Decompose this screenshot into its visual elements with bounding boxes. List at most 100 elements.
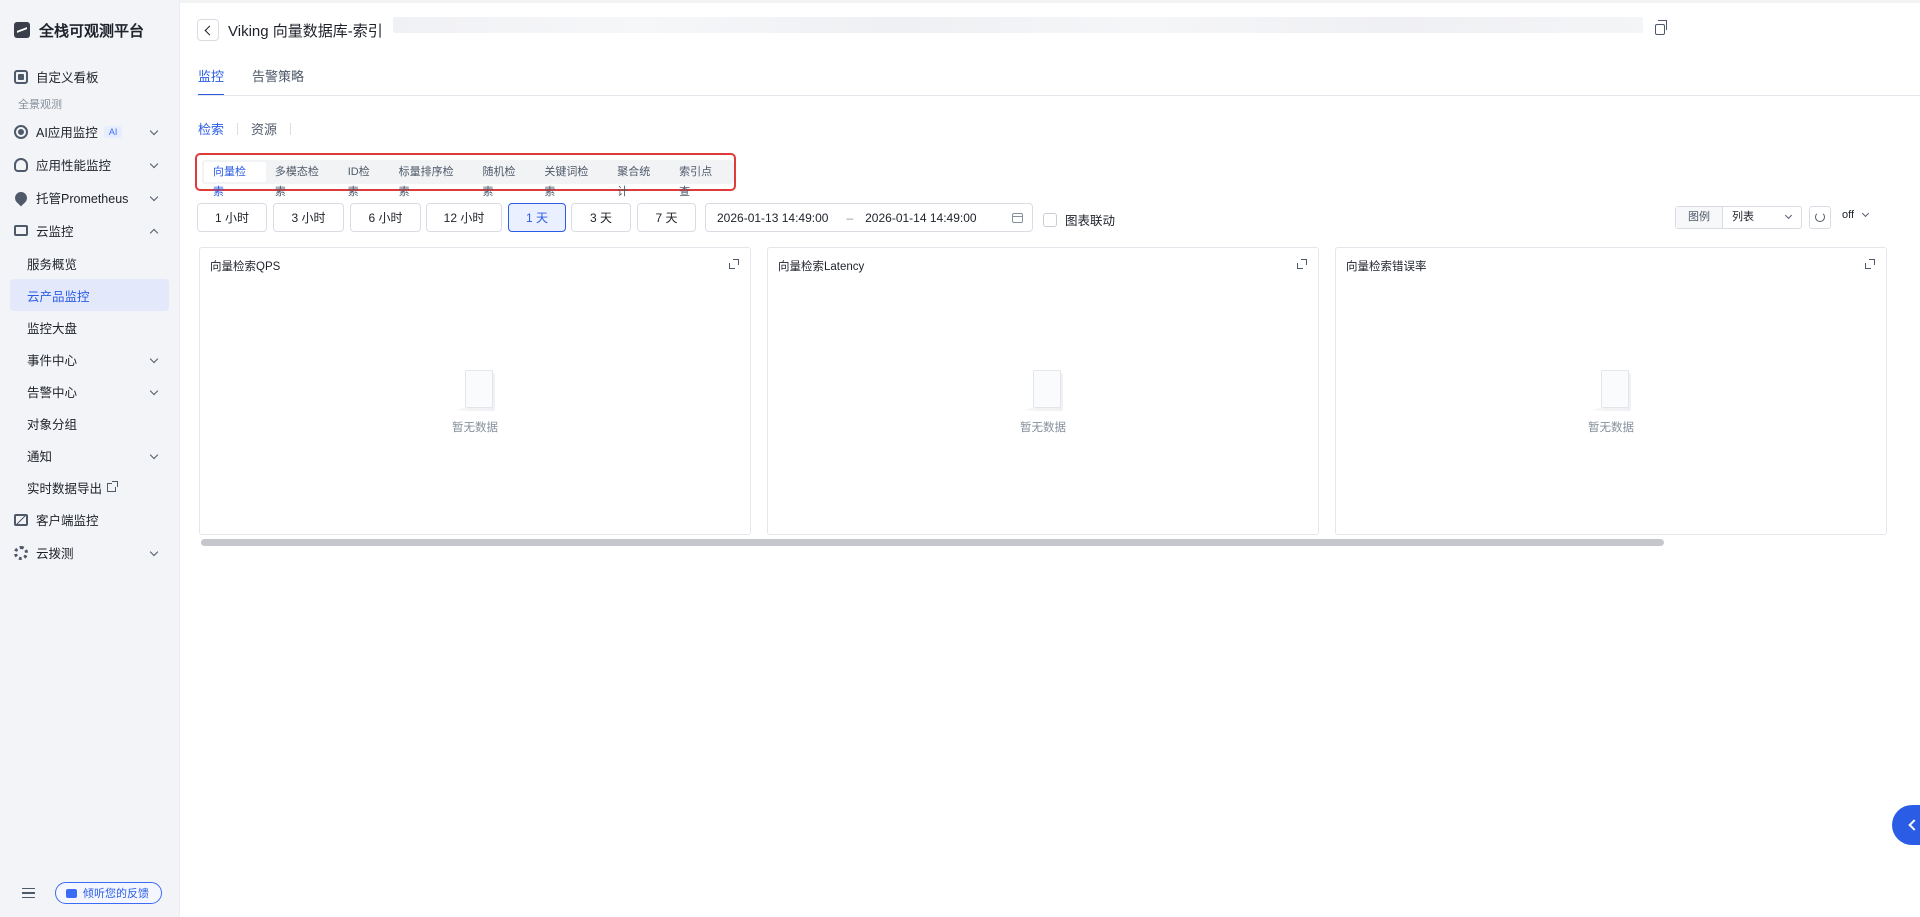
sidebar-subitem-notifications[interactable]: 通知 xyxy=(10,439,169,471)
platform-logo-icon xyxy=(14,22,30,38)
chevron-down-icon xyxy=(149,386,159,396)
external-link-icon xyxy=(107,480,119,492)
sidebar: 全栈可观测平台 自定义看板 全景观测 AI应用监控 AI 应用性能监控 托管Pr… xyxy=(0,0,180,917)
sidebar-subitem-data-export[interactable]: 实时数据导出 xyxy=(10,471,169,503)
sidebar-item-prometheus[interactable]: 托管Prometheus xyxy=(0,181,179,214)
sidebar-subitem-event-center[interactable]: 事件中心 xyxy=(10,343,169,375)
range-6h-button[interactable]: 6 小时 xyxy=(350,203,421,232)
segment-keyword-search[interactable]: 关键词检索 xyxy=(535,162,608,198)
prometheus-icon xyxy=(12,189,30,206)
segment-scalar-sort-search[interactable]: 标量排序检索 xyxy=(390,162,474,198)
sidebar-subitem-object-groups[interactable]: 对象分组 xyxy=(10,407,169,439)
chevron-down-icon xyxy=(1784,211,1793,220)
sidebar-item-label: 应用性能监控 xyxy=(36,159,112,173)
sidebar-item-cloud-monitoring[interactable]: 云监控 xyxy=(0,214,179,247)
sidebar-subitem-service-overview[interactable]: 服务概览 xyxy=(10,247,169,279)
chart-panel-latency: 向量检索Latency 暂无数据 xyxy=(767,247,1319,535)
feedback-label: 倾听您的反馈 xyxy=(83,888,149,900)
sidebar-subitem-monitor-dashboard[interactable]: 监控大盘 xyxy=(10,311,169,343)
segment-aggregate-stats[interactable]: 聚合统计 xyxy=(608,162,670,198)
refresh-button[interactable] xyxy=(1809,206,1831,229)
dashboard-icon xyxy=(14,69,28,84)
tabs-divider xyxy=(197,95,1920,96)
expand-icon[interactable] xyxy=(729,259,739,269)
sidebar-item-label: 云监控 xyxy=(36,225,74,239)
message-icon xyxy=(66,888,77,898)
segment-vector-search[interactable]: 向量检索 xyxy=(204,162,266,198)
subtab-separator xyxy=(290,122,292,135)
date-range-separator: – xyxy=(846,210,854,225)
subtab-search[interactable]: 检索 xyxy=(198,119,224,138)
chart-link-checkbox[interactable] xyxy=(1043,212,1057,227)
chart-panel-error-rate: 向量检索错误率 暂无数据 xyxy=(1335,247,1887,535)
range-1h-button[interactable]: 1 小时 xyxy=(197,203,267,232)
sidebar-subitem-label: 告警中心 xyxy=(27,385,78,400)
range-1d-button[interactable]: 1 天 xyxy=(508,203,566,232)
sidebar-subitem-label: 实时数据导出 xyxy=(27,481,103,496)
brand-name: 全栈可观测平台 xyxy=(39,22,145,40)
range-7d-button[interactable]: 7 天 xyxy=(637,203,696,232)
main-content: Viking 向量数据库-索引 监控 告警策略 检索 资源 向量检索 多模态检索… xyxy=(180,0,1920,917)
date-range-picker[interactable]: 2026-01-13 14:49:00 – 2026-01-14 14:49:0… xyxy=(705,203,1033,232)
sidebar-subitem-label: 服务概览 xyxy=(27,257,78,272)
segment-random-search[interactable]: 随机检索 xyxy=(474,162,536,198)
auto-refresh-value: off xyxy=(1842,209,1855,221)
collapse-menu-icon[interactable] xyxy=(22,888,35,898)
legend-mode-select[interactable]: 列表 xyxy=(1723,207,1801,228)
date-range-start: 2026-01-13 14:49:00 xyxy=(717,210,829,225)
chevron-down-icon xyxy=(149,192,159,202)
chevron-down-icon xyxy=(149,159,159,169)
feedback-button[interactable]: 倾听您的反馈 xyxy=(55,882,162,904)
legend-label: 图例 xyxy=(1676,207,1723,228)
subtab-separator xyxy=(237,122,239,135)
chevron-down-icon xyxy=(1861,209,1870,218)
ai-badge: AI xyxy=(103,125,123,138)
expand-icon[interactable] xyxy=(1297,259,1307,269)
empty-text: 暂无数据 xyxy=(452,422,498,434)
chart-link-toggle[interactable]: 图表联动 xyxy=(1043,210,1115,229)
sidebar-item-cloud-probe[interactable]: 云拨测 xyxy=(0,536,179,569)
range-3h-button[interactable]: 3 小时 xyxy=(273,203,344,232)
sidebar-item-label: 云拨测 xyxy=(36,547,74,561)
search-type-segmented-control: 向量检索 多模态检索 ID检索 标量排序检索 随机检索 关键词检索 聚合统计 索… xyxy=(202,160,734,198)
auto-refresh-select[interactable]: off xyxy=(1842,209,1870,221)
range-3d-button[interactable]: 3 天 xyxy=(571,203,631,232)
tab-alert-policy[interactable]: 告警策略 xyxy=(252,66,304,94)
copy-icon[interactable] xyxy=(1655,20,1667,35)
sidebar-subitem-label: 监控大盘 xyxy=(27,321,78,336)
empty-document-icon xyxy=(1592,368,1630,412)
sidebar-subitem-alert-center[interactable]: 告警中心 xyxy=(10,375,169,407)
chevron-down-icon xyxy=(149,126,159,136)
sidebar-item-client-monitoring[interactable]: 客户端监控 xyxy=(0,503,179,536)
empty-state: 暂无数据 xyxy=(200,368,750,435)
range-12h-button[interactable]: 12 小时 xyxy=(426,203,502,232)
segment-index-lookup[interactable]: 索引点查 xyxy=(670,162,732,198)
empty-document-icon xyxy=(456,368,494,412)
panel-title: 向量检索错误率 xyxy=(1346,261,1427,273)
sidebar-subitem-label: 云产品监控 xyxy=(27,289,90,304)
sidebar-subitem-label: 对象分组 xyxy=(27,417,78,432)
horizontal-scrollbar[interactable] xyxy=(201,539,1664,546)
sidebar-subitem-cloud-products[interactable]: 云产品监控 xyxy=(10,279,169,311)
legend-control: 图例 列表 xyxy=(1675,206,1802,229)
tab-monitoring[interactable]: 监控 xyxy=(198,66,225,96)
sidebar-group-label: 全景观测 xyxy=(18,99,62,111)
empty-text: 暂无数据 xyxy=(1588,422,1634,434)
search-type-highlight-box: 向量检索 多模态检索 ID检索 标量排序检索 随机检索 关键词检索 聚合统计 索… xyxy=(195,153,736,198)
sidebar-item-apm[interactable]: 应用性能监控 xyxy=(0,148,179,181)
subtab-resource[interactable]: 资源 xyxy=(251,119,277,138)
segment-multimodal-search[interactable]: 多模态检索 xyxy=(266,162,339,198)
date-range-end: 2026-01-14 14:49:00 xyxy=(865,210,977,225)
main-tabs: 监控 告警策略 xyxy=(198,66,332,96)
sidebar-item-ai-monitoring[interactable]: AI应用监控 AI xyxy=(0,115,179,148)
ai-icon xyxy=(14,124,28,139)
back-button[interactable] xyxy=(197,19,219,41)
panel-title: 向量检索QPS xyxy=(210,261,281,273)
top-divider xyxy=(180,0,1920,3)
sidebar-item-custom-dashboard[interactable]: 自定义看板 xyxy=(0,60,179,93)
sidebar-subitem-label: 事件中心 xyxy=(27,353,78,368)
segment-id-search[interactable]: ID检索 xyxy=(339,162,390,198)
expand-icon[interactable] xyxy=(1865,259,1875,269)
panel-title: 向量检索Latency xyxy=(778,261,865,273)
side-panel-toggle-button[interactable] xyxy=(1892,805,1920,845)
